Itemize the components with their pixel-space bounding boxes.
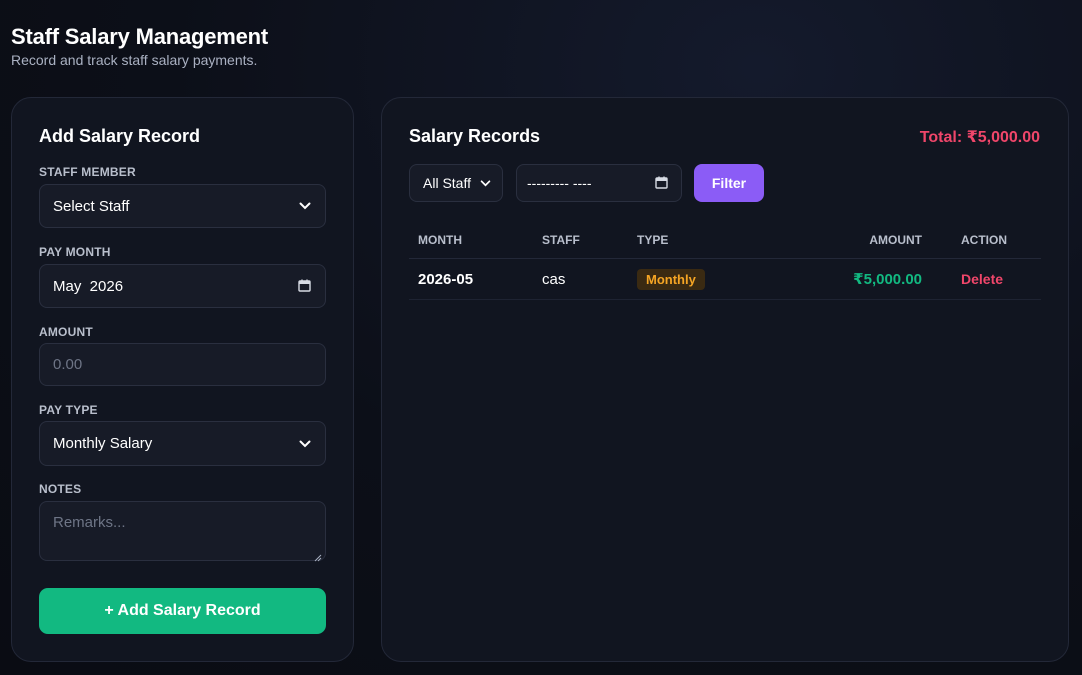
staff-member-label: STAFF MEMBER: [39, 165, 136, 179]
row-staff: cas: [542, 270, 566, 288]
resize-handle-icon[interactable]: [314, 549, 322, 562]
form-title: Add Salary Record: [39, 126, 201, 146]
row-month: 2026-05: [418, 270, 474, 288]
pay-month-input[interactable]: May 2026: [39, 264, 326, 308]
column-header-amount: AMOUNT: [869, 233, 922, 247]
add-salary-card: Add Salary Record STAFF MEMBER Select St…: [11, 97, 354, 662]
chevron-down-icon: [298, 437, 312, 451]
pay-month-label: PAY MONTH: [39, 245, 111, 259]
row-amount: ₹5,000.00: [853, 271, 922, 288]
delete-button[interactable]: Delete: [961, 271, 1003, 287]
pay-type-badge: Monthly: [637, 268, 705, 290]
pay-month-value: May 2026: [53, 277, 124, 295]
notes-textarea[interactable]: Remarks...: [39, 501, 326, 562]
calendar-icon[interactable]: [298, 279, 312, 293]
add-salary-record-button[interactable]: + Add Salary Record: [39, 588, 326, 634]
month-filter-value: --------- ----: [527, 175, 592, 191]
column-header-month: MONTH: [418, 233, 462, 247]
salary-records-card: Salary Records Total: ₹5,000.00 All Staf…: [381, 97, 1069, 662]
notes-placeholder: Remarks...: [53, 514, 126, 531]
salary-records-table: MONTH STAFF TYPE AMOUNT ACTION 2026-05 c…: [409, 222, 1041, 300]
chevron-down-icon: [478, 176, 492, 190]
notes-label: NOTES: [39, 482, 82, 496]
staff-filter-value: All Staff: [423, 175, 471, 191]
row-type-cell: Monthly: [637, 268, 787, 290]
staff-filter-select[interactable]: All Staff: [409, 164, 503, 202]
records-total: Total: ₹5,000.00: [919, 129, 1040, 146]
calendar-icon[interactable]: [655, 176, 669, 190]
page-title: Staff Salary Management: [11, 24, 269, 49]
month-filter-input[interactable]: --------- ----: [516, 164, 682, 202]
pay-type-value: Monthly Salary: [53, 435, 153, 452]
pay-type-select[interactable]: Monthly Salary: [39, 421, 326, 466]
column-header-type: TYPE: [637, 233, 669, 247]
page-header: Staff Salary Management Record and track…: [11, 24, 268, 68]
page-subtitle: Record and track staff salary payments.: [11, 52, 258, 68]
column-header-staff: STAFF: [542, 233, 580, 247]
staff-member-value: Select Staff: [53, 197, 130, 215]
chevron-down-icon: [298, 199, 312, 213]
amount-label: AMOUNT: [39, 325, 93, 339]
table-row: 2026-05 cas Monthly ₹5,000.00 Delete: [409, 259, 1041, 300]
filter-button[interactable]: Filter: [694, 164, 764, 202]
amount-input[interactable]: 0.00: [39, 343, 326, 386]
pay-type-label: PAY TYPE: [39, 403, 98, 417]
table-header: MONTH STAFF TYPE AMOUNT ACTION: [409, 222, 1041, 259]
amount-placeholder: 0.00: [53, 356, 83, 373]
row-action-cell: Delete: [922, 271, 1041, 288]
column-header-action: ACTION: [961, 233, 1007, 247]
row-amount-cell: ₹5,000.00: [787, 270, 922, 288]
staff-member-select[interactable]: Select Staff: [39, 184, 326, 228]
records-title: Salary Records: [409, 126, 541, 146]
